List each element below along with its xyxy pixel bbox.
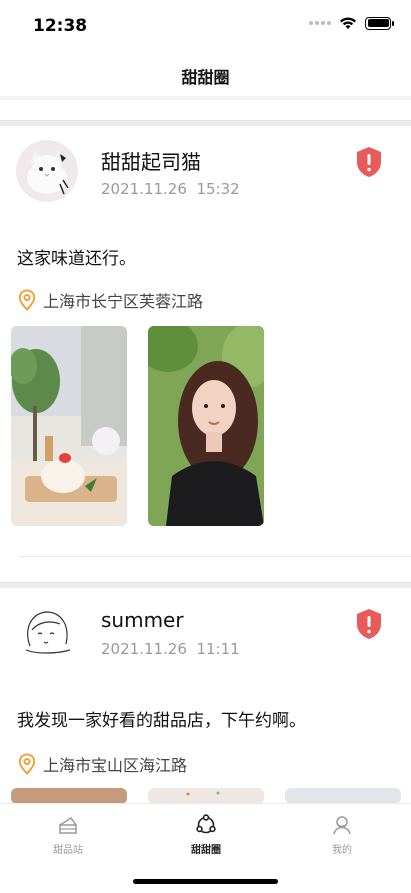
photo-1: [11, 788, 127, 804]
user-icon: [333, 816, 351, 835]
cake-icon: [59, 816, 77, 834]
post-photo[interactable]: [11, 326, 127, 526]
sketch-avatar-image: [16, 600, 78, 662]
nav-bar: 甜甜圈: [0, 52, 411, 96]
avatar[interactable]: [16, 600, 78, 662]
photo-3: [285, 788, 401, 804]
location-text: 上海市宝山区海江路: [43, 756, 188, 775]
tab-label: 甜品站: [53, 845, 83, 856]
wifi-icon: [340, 17, 356, 29]
post-card[interactable]: 甜甜起司猫 2021.11.26 15:32 这家味道还行。 上海市长宁区芙蓉江…: [0, 120, 411, 560]
post-photo[interactable]: [148, 326, 264, 526]
username[interactable]: summer: [101, 608, 184, 632]
post-time: 2021.11.26 15:32: [101, 180, 240, 198]
status-bar: 12:38: [0, 0, 411, 50]
battery-icon: [365, 16, 394, 30]
post-separator: [0, 120, 411, 126]
report-icon[interactable]: [355, 146, 383, 178]
tab-bar: 甜品站 甜甜圈 我的: [0, 803, 411, 893]
post-photo[interactable]: [285, 788, 401, 804]
avatar[interactable]: [16, 140, 78, 202]
post-photo[interactable]: [11, 788, 127, 804]
page-title: 甜甜圈: [181, 68, 230, 87]
location[interactable]: 上海市宝山区海江路: [18, 752, 187, 776]
nav-divider: [0, 96, 411, 100]
tab-dessert-station[interactable]: 甜品站: [28, 814, 108, 856]
cat-avatar-image: [16, 140, 78, 202]
portrait-photo: [148, 326, 264, 526]
post-separator: [0, 582, 411, 588]
home-indicator[interactable]: [133, 879, 278, 884]
circle-share-icon: [196, 814, 216, 834]
username[interactable]: 甜甜起司猫: [101, 146, 201, 175]
report-icon[interactable]: [355, 608, 383, 640]
post-text: 这家味道还行。: [17, 249, 136, 269]
dessert-photo: [11, 326, 127, 526]
location-pin-icon: [18, 289, 36, 311]
post-text: 我发现一家好看的甜品店，下午约啊。: [17, 711, 306, 731]
status-icons: [309, 16, 394, 30]
post-clock: 15:32: [196, 180, 240, 198]
post-divider: [20, 556, 411, 557]
post-time: 2021.11.26 11:11: [101, 640, 240, 658]
tab-label: 我的: [332, 845, 352, 856]
post-date: 2021.11.26: [101, 640, 187, 658]
tab-sweet-circle[interactable]: 甜甜圈: [166, 814, 246, 856]
location-pin-icon: [18, 753, 36, 775]
location-text: 上海市长宁区芙蓉江路: [43, 292, 204, 311]
post-photo[interactable]: [148, 788, 264, 804]
signal-icon: [309, 21, 331, 25]
tab-mine[interactable]: 我的: [302, 814, 382, 856]
tab-label: 甜甜圈: [191, 845, 221, 856]
post-clock: 11:11: [196, 640, 240, 658]
post-date: 2021.11.26: [101, 180, 187, 198]
status-time: 12:38: [33, 16, 88, 36]
photo-2: [148, 788, 264, 804]
post-card[interactable]: summer 2021.11.26 11:11 我发现一家好看的甜品店，下午约啊…: [0, 582, 411, 804]
location[interactable]: 上海市长宁区芙蓉江路: [18, 288, 203, 312]
